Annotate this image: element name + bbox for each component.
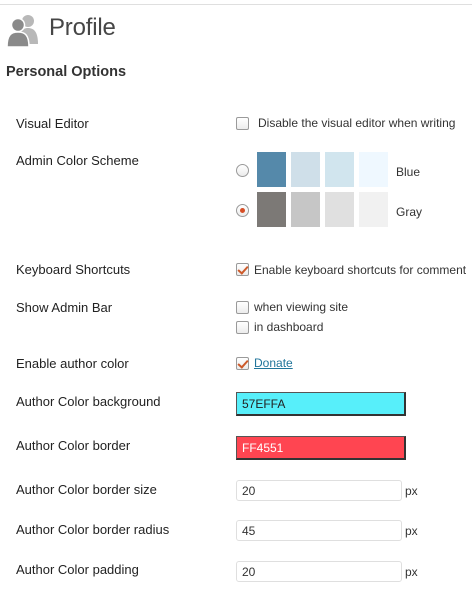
border-radius-input[interactable] [236,520,402,541]
show-admin-bar-label: Show Admin Bar [16,300,113,315]
border-size-unit: px [405,484,418,498]
keyboard-shortcuts-checkbox[interactable] [236,263,249,276]
border-size-input[interactable] [236,480,402,501]
color-scheme-blue-radio[interactable] [236,164,249,177]
admin-bar-dashboard-checkbox[interactable] [236,321,249,334]
blue-swatch-2 [291,152,320,187]
section-title: Personal Options [6,64,127,80]
author-color-background-input[interactable] [236,392,406,416]
gray-swatch-2 [291,192,320,227]
visual-editor-label: Visual Editor [16,116,89,131]
gray-swatch-1 [257,192,286,227]
gray-swatch-3 [325,192,354,227]
blue-swatch-1 [257,152,286,187]
disable-visual-editor-checkbox[interactable] [236,117,249,130]
author-color-border-input[interactable] [236,436,406,460]
donate-link[interactable]: Donate [254,356,293,370]
blue-swatch-3 [325,152,354,187]
page-title: Profile [49,14,116,41]
author-color-border-label: Author Color border [16,438,131,453]
enable-author-color-label: Enable author color [16,356,129,371]
disable-visual-editor-label: Disable the visual editor when writing [258,116,456,130]
color-scheme-gray-label: Gray [396,205,423,219]
author-color-background-label: Author Color background [16,394,161,409]
keyboard-shortcuts-label: Keyboard Shortcuts [16,262,131,277]
keyboard-shortcuts-option-label: Enable keyboard shortcuts for comment [254,263,467,277]
admin-bar-site-checkbox[interactable] [236,301,249,314]
header-divider [0,4,472,5]
admin-bar-dashboard-label: in dashboard [254,320,324,334]
author-color-padding-label: Author Color padding [16,562,139,577]
gray-swatch-4 [359,192,388,227]
enable-author-color-checkbox[interactable] [236,357,249,370]
blue-swatch-4 [359,152,388,187]
padding-unit: px [405,565,418,579]
author-color-border-size-label: Author Color border size [16,482,157,497]
padding-input[interactable] [236,561,402,582]
author-color-border-radius-label: Author Color border radius [16,522,170,537]
border-radius-unit: px [405,524,418,538]
admin-bar-site-label: when viewing site [254,300,349,314]
users-icon [6,15,38,48]
admin-color-scheme-label: Admin Color Scheme [16,153,139,168]
color-scheme-gray-radio[interactable] [236,204,249,217]
color-scheme-blue-label: Blue [396,165,421,179]
